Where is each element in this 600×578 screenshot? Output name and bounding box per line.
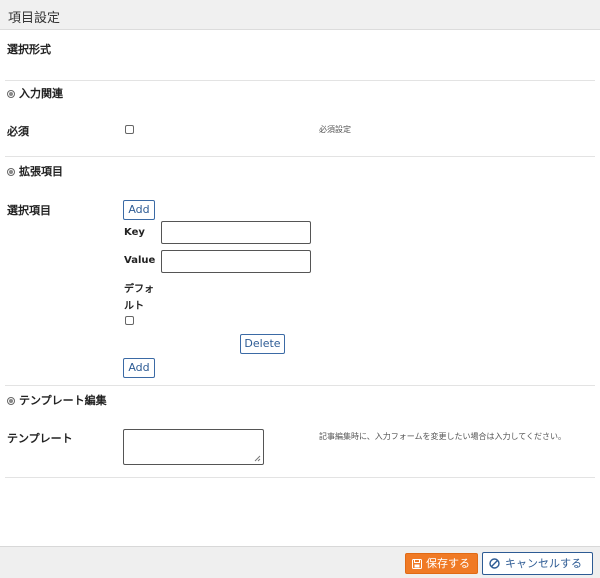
required-checkbox[interactable] bbox=[125, 125, 134, 134]
section-bullet-icon bbox=[7, 90, 15, 98]
input-section-title: 入力関連 bbox=[19, 87, 63, 100]
value-input[interactable] bbox=[161, 250, 311, 273]
section-bullet-icon bbox=[7, 168, 15, 176]
template-section-header: テンプレート編集 bbox=[7, 392, 107, 408]
floppy-disk-icon bbox=[412, 559, 422, 569]
template-hint: 記事編集時に、入力フォームを変更したい場合は入力してください。 bbox=[319, 432, 567, 441]
dialog-title: 項目設定 bbox=[8, 11, 61, 26]
required-label: 必須 bbox=[7, 125, 29, 138]
save-button-label: 保存する bbox=[426, 557, 470, 570]
options-label: 選択項目 bbox=[7, 204, 51, 217]
divider bbox=[5, 385, 595, 386]
template-label: テンプレート bbox=[7, 432, 73, 445]
divider bbox=[5, 80, 595, 81]
cancel-button[interactable]: キャンセルする bbox=[482, 552, 593, 575]
extension-section-title: 拡張項目 bbox=[19, 165, 63, 178]
save-button[interactable]: 保存する bbox=[405, 553, 478, 574]
resize-grip-icon[interactable] bbox=[254, 455, 261, 462]
key-input[interactable] bbox=[161, 221, 311, 244]
cancel-icon bbox=[489, 558, 500, 569]
divider bbox=[5, 477, 595, 478]
template-section-title: テンプレート編集 bbox=[19, 394, 107, 407]
selection-format-label: 選択形式 bbox=[7, 43, 51, 56]
key-label: Key bbox=[124, 227, 145, 238]
add-option-bottom-button[interactable]: Add bbox=[123, 358, 155, 378]
default-label-line1: デフォ bbox=[124, 284, 154, 295]
value-label: Value bbox=[124, 255, 156, 266]
cancel-button-label: キャンセルする bbox=[505, 557, 582, 570]
input-section-header: 入力関連 bbox=[7, 85, 63, 101]
section-bullet-icon bbox=[7, 397, 15, 405]
default-checkbox[interactable] bbox=[125, 316, 134, 325]
default-label-line2: ルト bbox=[124, 301, 144, 312]
delete-option-button[interactable]: Delete bbox=[240, 334, 285, 354]
required-hint: 必須設定 bbox=[319, 125, 351, 134]
divider bbox=[5, 156, 595, 157]
add-option-button[interactable]: Add bbox=[123, 200, 155, 220]
template-textarea[interactable] bbox=[123, 429, 264, 465]
extension-section-header: 拡張項目 bbox=[7, 163, 63, 179]
dialog-titlebar: 項目設定 bbox=[0, 0, 600, 30]
